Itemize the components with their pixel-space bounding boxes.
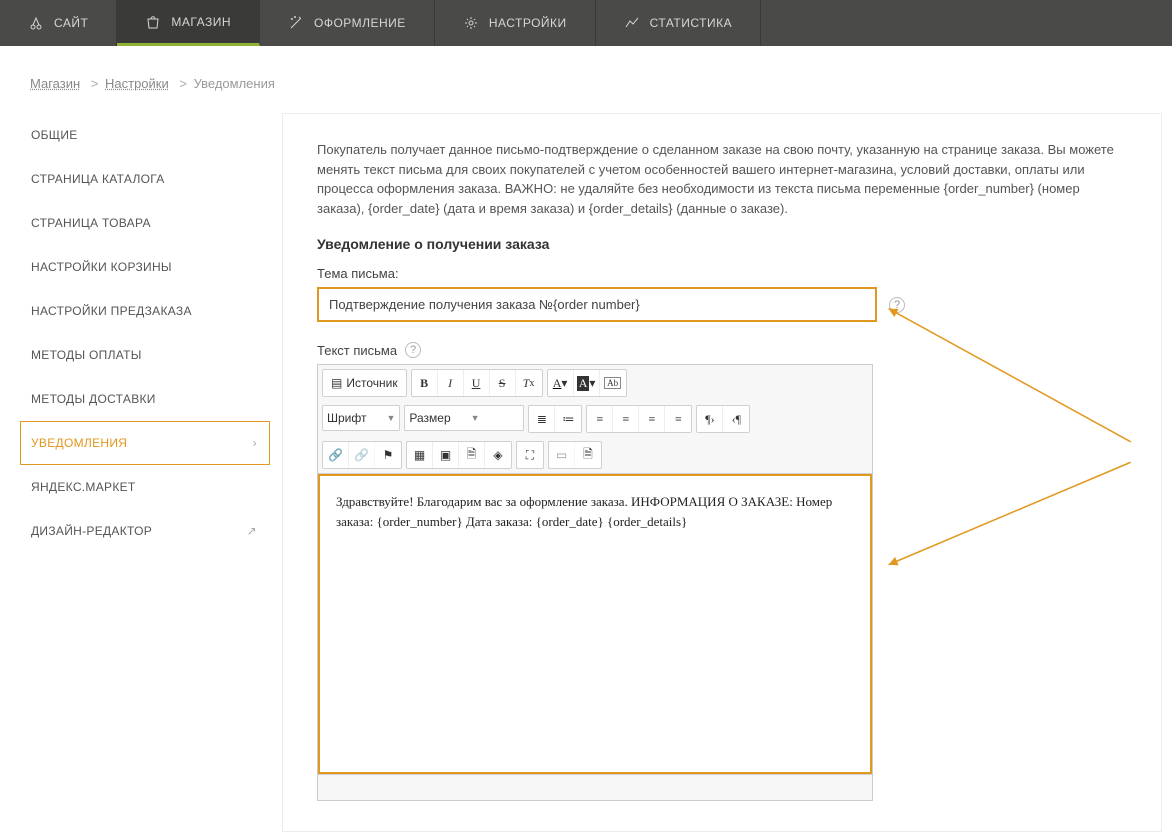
rich-text-editor: ▤Источник B I U S Tx A▾ A▾ Ab	[317, 364, 873, 801]
table-button[interactable]: ▦	[407, 442, 433, 468]
bag-icon	[145, 14, 161, 30]
intro-text: Покупатель получает данное письмо-подтве…	[317, 140, 1127, 218]
clear-format-button[interactable]: Tx	[516, 370, 542, 396]
underline-button[interactable]: U	[464, 370, 490, 396]
help-icon[interactable]: ?	[889, 297, 905, 313]
breadcrumb-shop[interactable]: Магазин	[30, 76, 80, 91]
ltr-button[interactable]: ¶›	[697, 406, 723, 432]
external-link-icon: ↗	[247, 524, 257, 538]
align-center-button[interactable]: ≡	[613, 406, 639, 432]
editor-body[interactable]: Здравствуйте! Благодарим вас за оформлен…	[318, 474, 872, 774]
media-button[interactable]: ◈	[485, 442, 511, 468]
sidebar-catalog-page[interactable]: СТРАНИЦА КАТАЛОГА	[20, 157, 270, 201]
link-button[interactable]: 🔗	[323, 442, 349, 468]
editor-toolbar: ▤Источник B I U S Tx A▾ A▾ Ab	[318, 365, 872, 474]
topnav-label: НАСТРОЙКИ	[489, 16, 567, 30]
sidebar-preorder-settings[interactable]: НАСТРОЙКИ ПРЕДЗАКАЗА	[20, 289, 270, 333]
topnav-label: МАГАЗИН	[171, 15, 231, 29]
topnav-label: ОФОРМЛЕНИЕ	[314, 16, 406, 30]
text-color-button[interactable]: A▾	[548, 370, 574, 396]
top-nav: САЙТ МАГАЗИН ОФОРМЛЕНИЕ НАСТРОЙКИ СТАТИС…	[0, 0, 1172, 46]
align-justify-button[interactable]: ≡	[665, 406, 691, 432]
site-icon	[28, 15, 44, 31]
sidebar-cart-settings[interactable]: НАСТРОЙКИ КОРЗИНЫ	[20, 245, 270, 289]
editor-statusbar	[318, 774, 872, 800]
breadcrumb-current: Уведомления	[194, 76, 275, 91]
topnav-label: САЙТ	[54, 16, 88, 30]
rtl-button[interactable]: ‹¶	[723, 406, 749, 432]
sidebar: ОБЩИЕ СТРАНИЦА КАТАЛОГА СТРАНИЦА ТОВАРА …	[20, 113, 270, 553]
align-right-button[interactable]: ≡	[639, 406, 665, 432]
sidebar-payment-methods[interactable]: МЕТОДЫ ОПЛАТЫ	[20, 333, 270, 377]
topnav-site[interactable]: САЙТ	[0, 0, 117, 46]
italic-button[interactable]: I	[438, 370, 464, 396]
topnav-stats[interactable]: СТАТИСТИКА	[596, 0, 761, 46]
page-button[interactable]: 🗎	[575, 442, 601, 468]
number-list-button[interactable]: ≔	[555, 406, 581, 432]
unlink-button[interactable]: 🔗	[349, 442, 375, 468]
sidebar-yandex-market[interactable]: ЯНДЕКС.МАРКЕТ	[20, 465, 270, 509]
chart-icon	[624, 15, 640, 31]
section-title: Уведомление о получении заказа	[317, 236, 1127, 252]
highlight-button[interactable]: Ab	[600, 370, 626, 396]
size-select[interactable]: Размер▼	[404, 405, 524, 431]
sidebar-design-editor[interactable]: ДИЗАЙН-РЕДАКТОР ↗	[20, 509, 270, 553]
fullscreen-button[interactable]: ⛶	[517, 442, 543, 468]
breadcrumb-settings[interactable]: Настройки	[105, 76, 169, 91]
anchor-button[interactable]: ⚑	[375, 442, 401, 468]
sidebar-general[interactable]: ОБЩИЕ	[20, 113, 270, 157]
help-icon[interactable]: ?	[405, 342, 421, 358]
image-button[interactable]: ▣	[433, 442, 459, 468]
body-label: Текст письма ?	[317, 342, 1127, 358]
sidebar-notifications[interactable]: УВЕДОМЛЕНИЯ ›	[20, 421, 270, 465]
bullet-list-button[interactable]: ≣	[529, 406, 555, 432]
bold-button[interactable]: B	[412, 370, 438, 396]
subject-input[interactable]	[317, 287, 877, 322]
align-left-button[interactable]: ≡	[587, 406, 613, 432]
source-button[interactable]: ▤Источник	[323, 370, 406, 396]
wand-icon	[288, 15, 304, 31]
topnav-shop[interactable]: МАГАЗИН	[117, 0, 260, 46]
file-button[interactable]: 🗎	[459, 442, 485, 468]
subject-label: Тема письма:	[317, 266, 1127, 281]
topnav-label: СТАТИСТИКА	[650, 16, 732, 30]
main-panel: Покупатель получает данное письмо-подтве…	[282, 113, 1162, 832]
topnav-design[interactable]: ОФОРМЛЕНИЕ	[260, 0, 435, 46]
strike-button[interactable]: S	[490, 370, 516, 396]
topnav-settings[interactable]: НАСТРОЙКИ	[435, 0, 596, 46]
chevron-right-icon: ›	[253, 436, 257, 450]
template-button[interactable]: ▭	[549, 442, 575, 468]
sidebar-shipping-methods[interactable]: МЕТОДЫ ДОСТАВКИ	[20, 377, 270, 421]
gear-icon	[463, 15, 479, 31]
breadcrumb: Магазин > Настройки > Уведомления	[0, 46, 1172, 113]
font-select[interactable]: Шрифт▼	[322, 405, 400, 431]
bg-color-button[interactable]: A▾	[574, 370, 600, 396]
sidebar-product-page[interactable]: СТРАНИЦА ТОВАРА	[20, 201, 270, 245]
